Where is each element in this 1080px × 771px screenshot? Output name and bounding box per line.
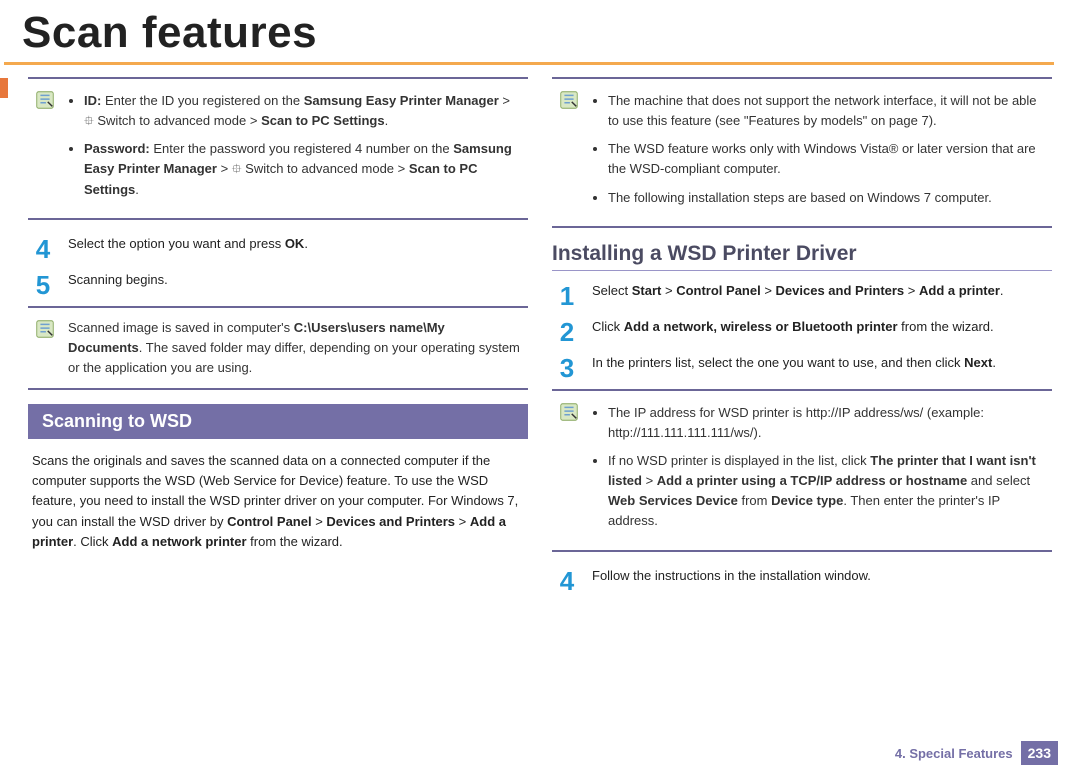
step-number-2: 2 — [556, 317, 578, 345]
step-number-4b: 4 — [556, 566, 578, 594]
note2-text: Scanned image is saved in computer's C:\… — [68, 318, 520, 378]
note-icon — [558, 89, 580, 111]
page-number: 233 — [1021, 741, 1058, 765]
note-box-1: ID: Enter the ID you registered on the S… — [28, 77, 528, 220]
note-box-3: The machine that does not support the ne… — [552, 77, 1052, 228]
r-step-1-text: Select Start > Control Panel > Devices a… — [592, 281, 1052, 309]
subheading-install-wsd: Installing a WSD Printer Driver — [552, 242, 1052, 271]
step-number-3: 3 — [556, 353, 578, 381]
content-columns: ID: Enter the ID you registered on the S… — [0, 65, 1080, 602]
note3-bullet-2: The WSD feature works only with Windows … — [608, 139, 1044, 179]
page-title: Scan features — [22, 8, 1080, 58]
left-column: ID: Enter the ID you registered on the S… — [28, 77, 528, 602]
note-icon — [34, 89, 56, 111]
wsd-intro-para: Scans the originals and saves the scanne… — [32, 451, 524, 552]
note-box-2: Scanned image is saved in computer's C:\… — [28, 306, 528, 390]
r-step-2-text: Click Add a network, wireless or Bluetoo… — [592, 317, 1052, 345]
step-5-row: 5 Scanning begins. — [32, 270, 528, 298]
note3-bullet-1: The machine that does not support the ne… — [608, 91, 1044, 131]
r-step-1-row: 1 Select Start > Control Panel > Devices… — [556, 281, 1052, 309]
note3-bullet-3: The following installation steps are bas… — [608, 188, 1044, 208]
step-number-4: 4 — [32, 234, 54, 262]
accent-strip — [0, 78, 8, 98]
step-number-1: 1 — [556, 281, 578, 309]
r-step-3-text: In the printers list, select the one you… — [592, 353, 1052, 381]
r-step-4-text: Follow the instructions in the installat… — [592, 566, 1052, 594]
note-box-4: The IP address for WSD printer is http:/… — [552, 389, 1052, 552]
page-footer: 4. Special Features 233 — [895, 741, 1058, 765]
right-column: The machine that does not support the ne… — [552, 77, 1052, 602]
note4-bullet-2: If no WSD printer is displayed in the li… — [608, 451, 1044, 532]
r-step-2-row: 2 Click Add a network, wireless or Bluet… — [556, 317, 1052, 345]
r-step-4-row: 4 Follow the instructions in the install… — [556, 566, 1052, 594]
note1-password-bullet: Password: Enter the password you registe… — [84, 139, 520, 199]
note-icon — [34, 318, 56, 340]
r-step-3-row: 3 In the printers list, select the one y… — [556, 353, 1052, 381]
section-bar-wsd: Scanning to WSD — [28, 404, 528, 439]
footer-chapter-label: 4. Special Features — [895, 746, 1013, 761]
note-icon — [558, 401, 580, 423]
note4-bullet-1: The IP address for WSD printer is http:/… — [608, 403, 1044, 443]
step-number-5: 5 — [32, 270, 54, 298]
step-4-row: 4 Select the option you want and press O… — [32, 234, 528, 262]
note1-id-bullet: ID: Enter the ID you registered on the S… — [84, 91, 520, 131]
step-5-text: Scanning begins. — [68, 270, 528, 298]
step-4-text: Select the option you want and press OK. — [68, 234, 528, 262]
